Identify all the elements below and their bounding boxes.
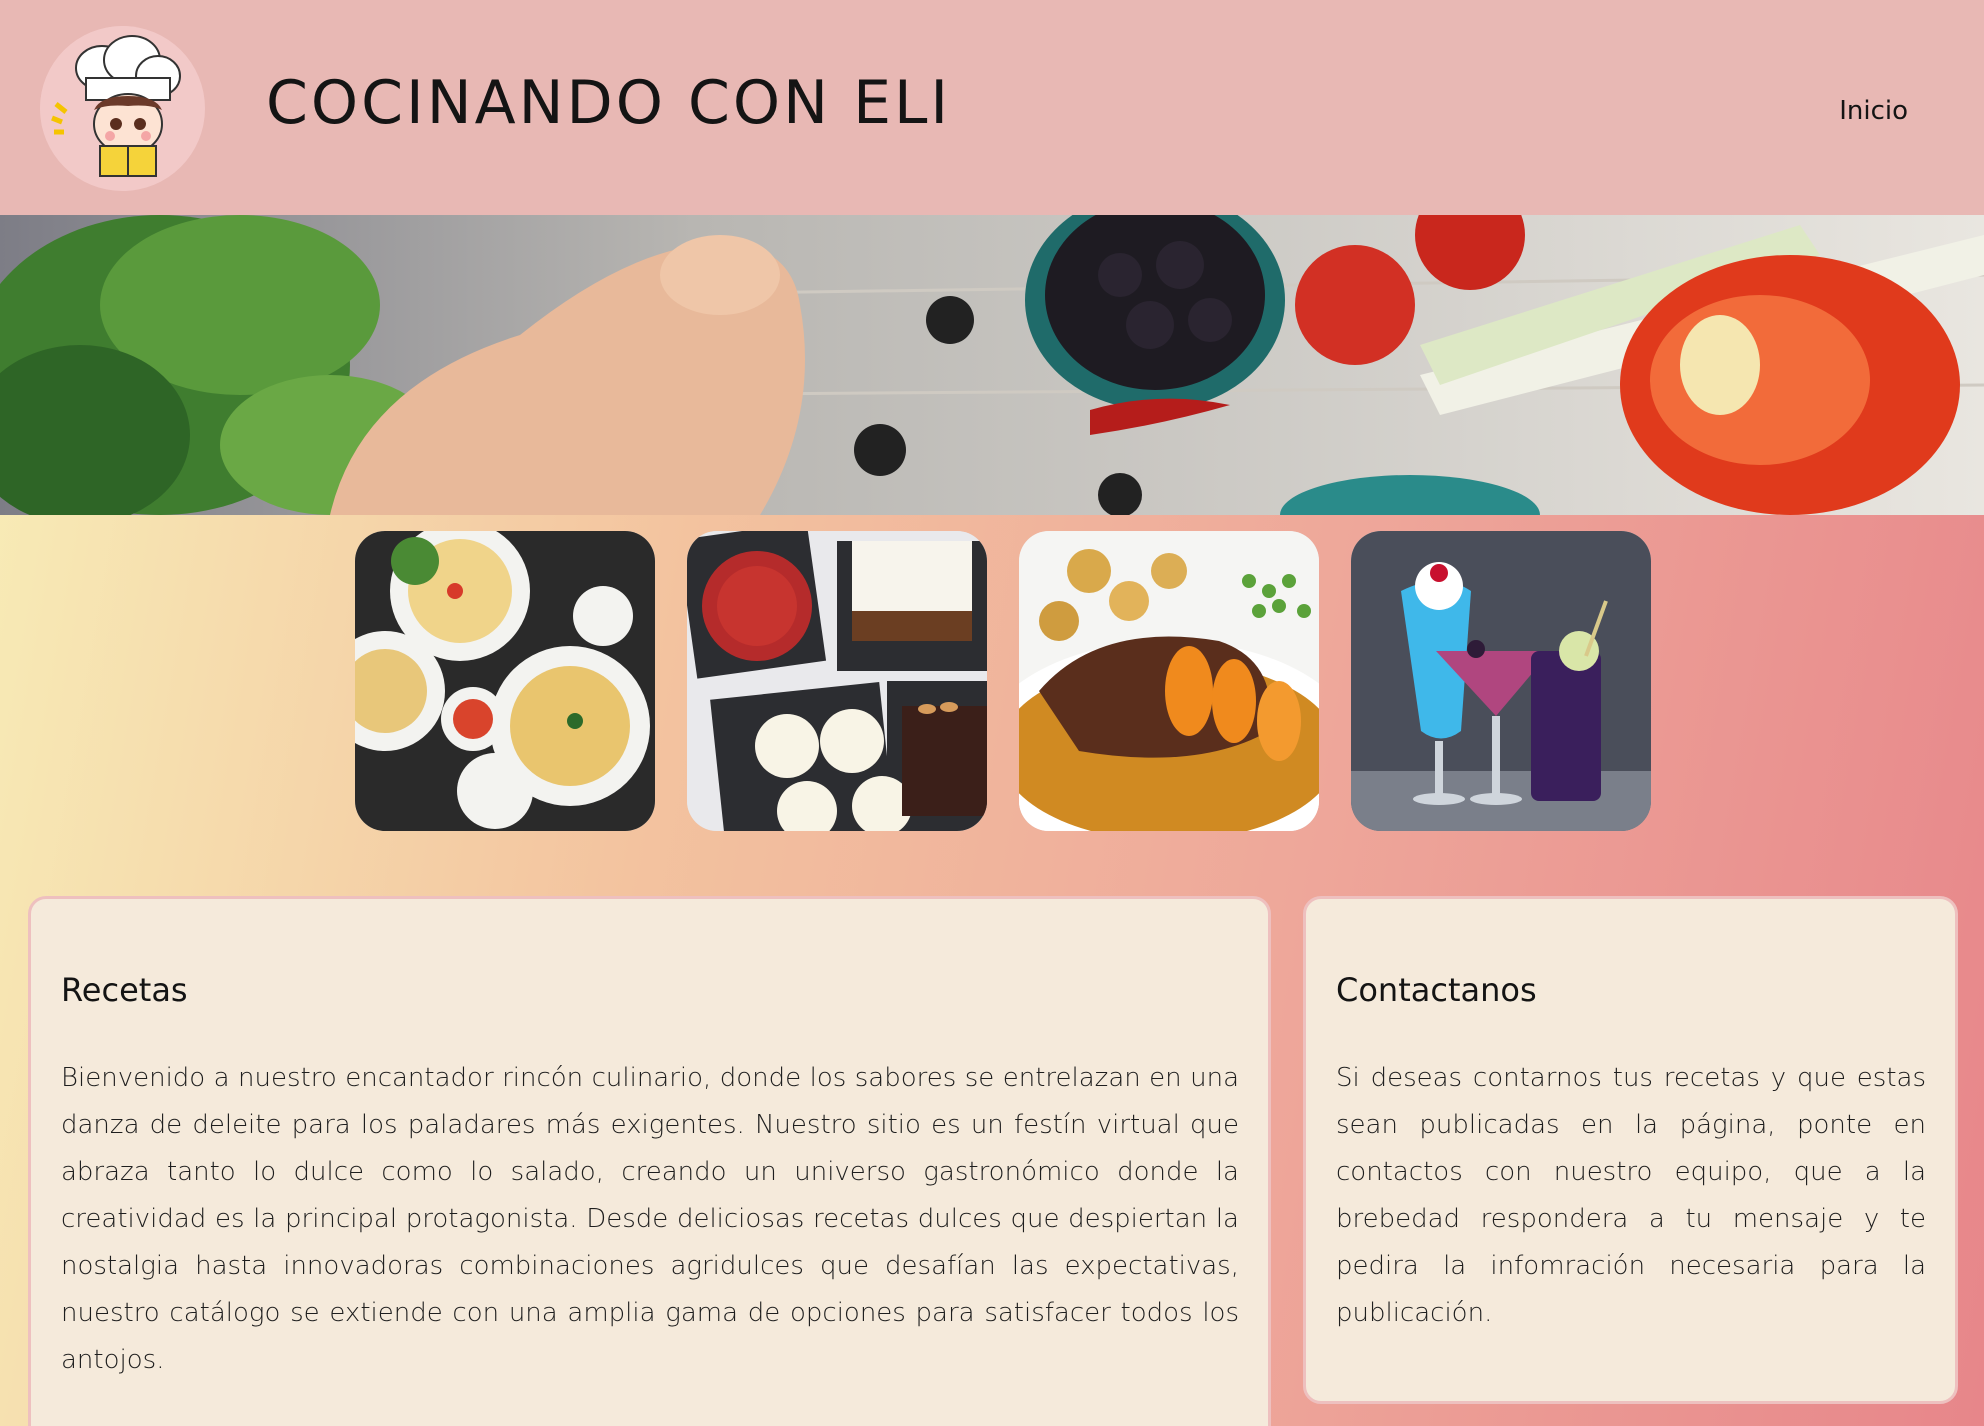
fresh-vegetables-banner-icon	[0, 215, 1984, 515]
contactanos-body: Si deseas contarnos tus recetas y que es…	[1336, 1063, 1926, 1328]
gallery-pasta[interactable]	[355, 531, 655, 831]
pasta-dishes-icon	[355, 531, 655, 831]
desserts-icon	[687, 531, 987, 831]
gallery-cocktails[interactable]	[1351, 531, 1651, 831]
cocktails-icon	[1351, 531, 1651, 831]
contactanos-title: Contactanos	[1336, 971, 1537, 1009]
recetas-body: Bienvenido a nuestro encantador rincón c…	[61, 1063, 1239, 1375]
recetas-title: Recetas	[61, 971, 188, 1009]
contactanos-card: Contactanos Si deseas contarnos tus rece…	[1303, 896, 1958, 1404]
nav-inicio-link[interactable]: Inicio	[1839, 96, 1908, 126]
chef-girl-logo-icon[interactable]	[40, 26, 205, 191]
gallery-roast[interactable]	[1019, 531, 1319, 831]
hero-banner	[0, 215, 1984, 515]
site-header: COCINANDO CON ELI Inicio	[0, 0, 1984, 215]
roast-dinner-icon	[1019, 531, 1319, 831]
gallery-desserts[interactable]	[687, 531, 987, 831]
recetas-card: Recetas Bienvenido a nuestro encantador …	[28, 896, 1271, 1426]
site-title: COCINANDO CON ELI	[266, 68, 952, 138]
page: COCINANDO CON ELI Inicio Recetas Bienven…	[0, 0, 1984, 1426]
